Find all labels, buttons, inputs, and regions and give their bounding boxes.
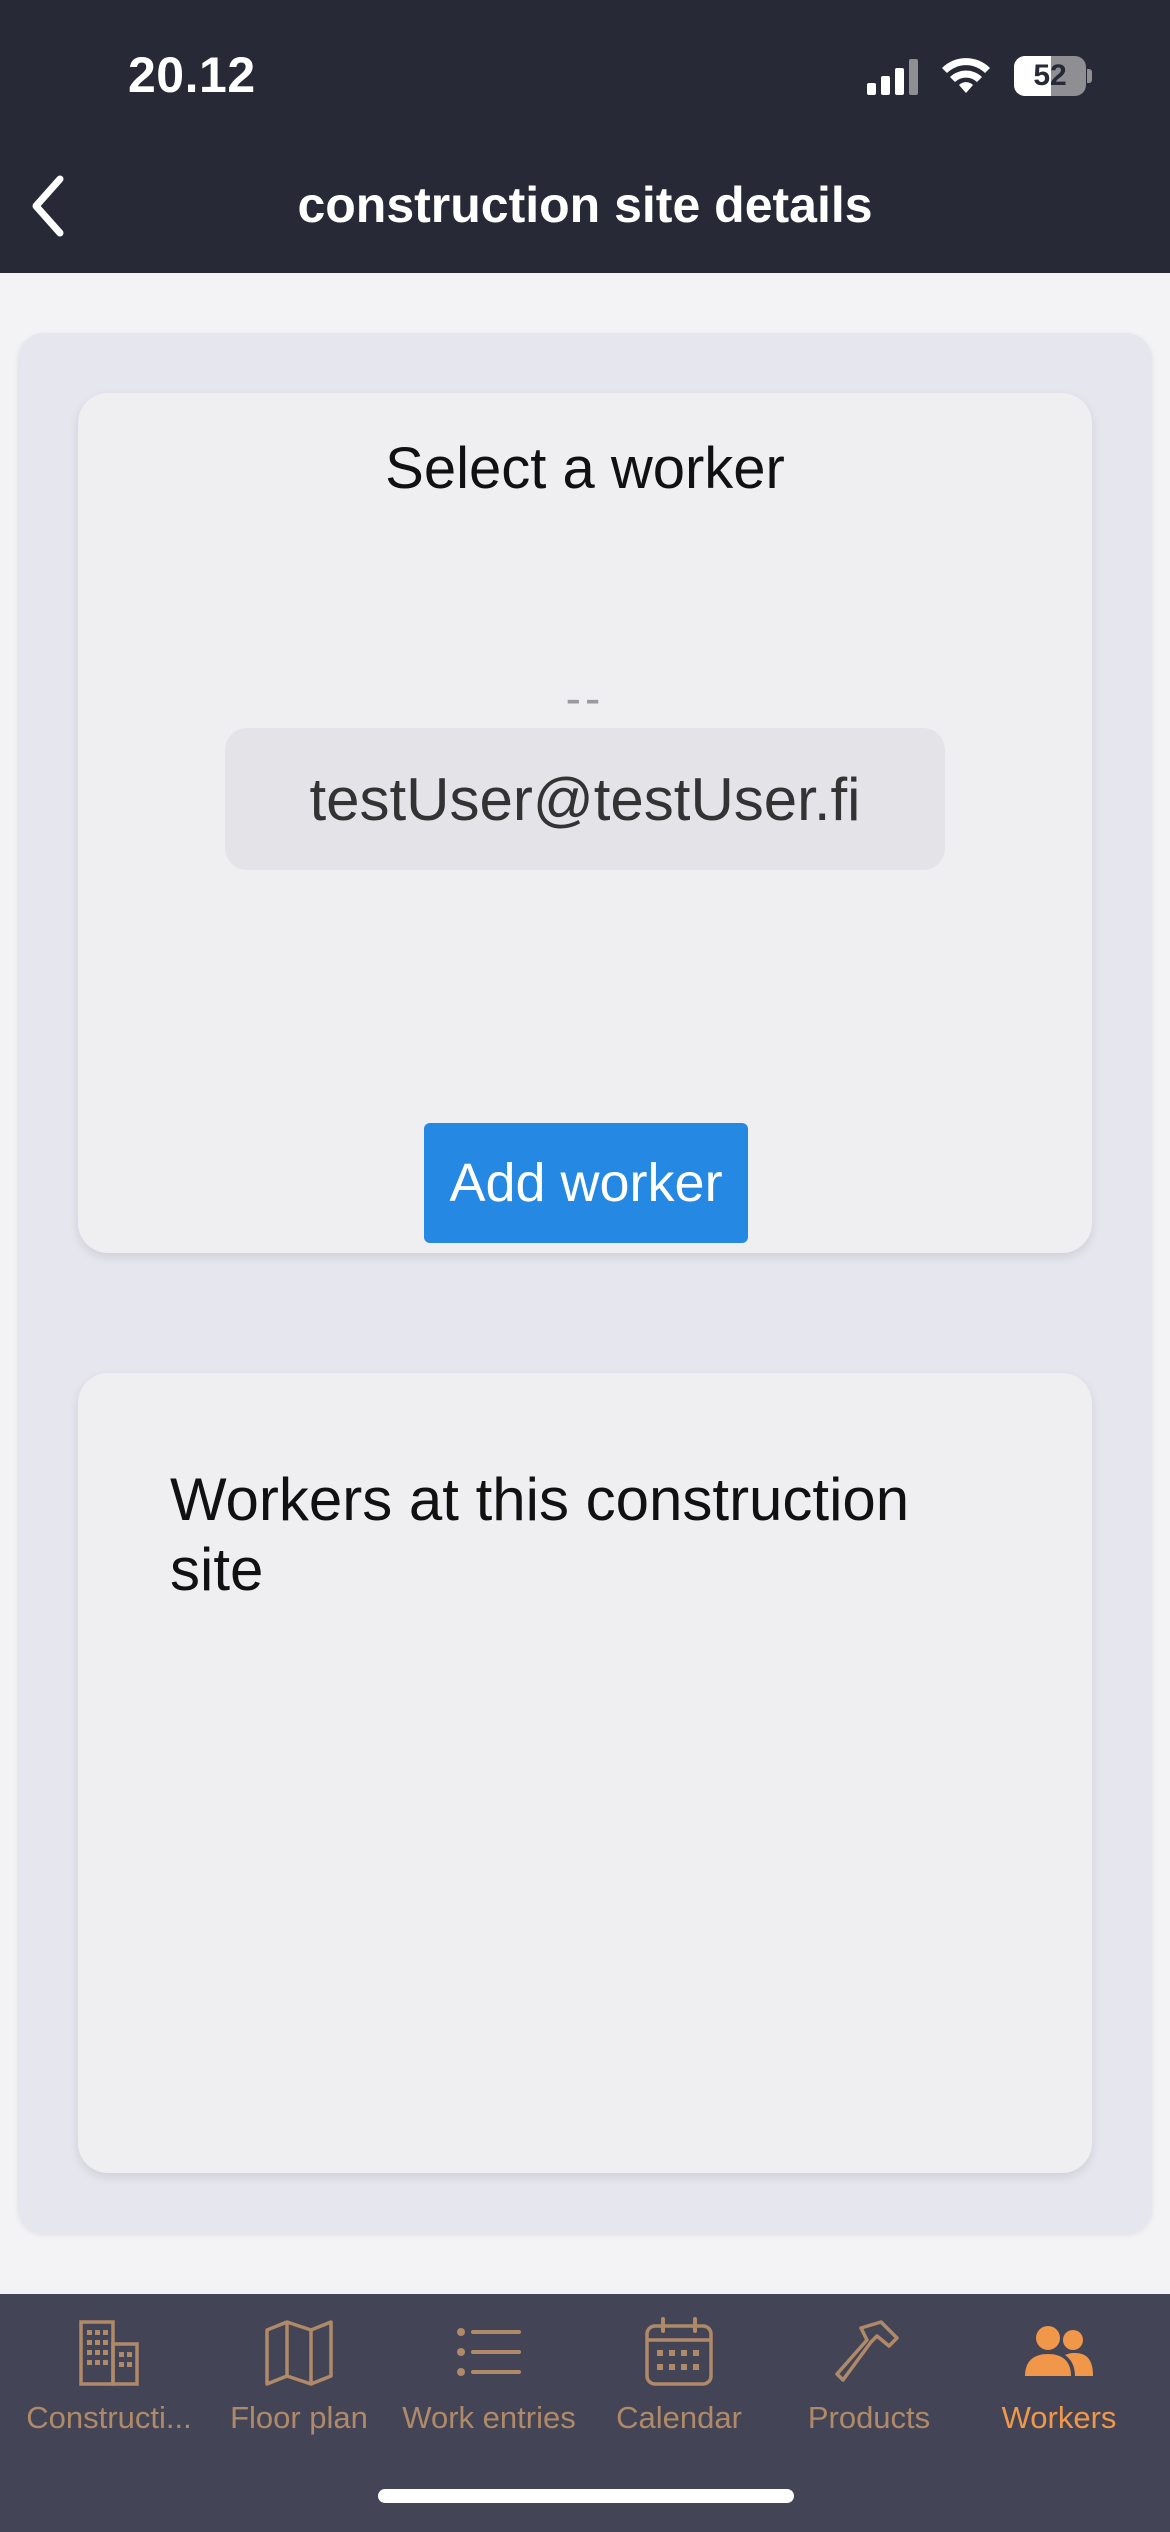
workers-list-card: Workers at this construction site (78, 1373, 1092, 2173)
tab-construction-sites[interactable]: Constructi... (14, 2294, 204, 2444)
content-panel: Select a worker -- testUser@testUser.fi … (18, 333, 1152, 2233)
tab-label: Calendar (616, 2400, 742, 2435)
battery-level: 52 (1033, 59, 1067, 92)
tab-floor-plan[interactable]: Floor plan (204, 2294, 394, 2444)
tab-products[interactable]: Products (774, 2294, 964, 2444)
select-worker-title: Select a worker (385, 436, 785, 501)
workers-list-title: Workers at this construction site (170, 1466, 910, 1603)
worker-picker-selected-option[interactable]: testUser@testUser.fi (225, 728, 945, 870)
add-worker-button[interactable]: Add worker (424, 1123, 748, 1243)
tab-calendar[interactable]: Calendar (584, 2294, 774, 2444)
map-icon (265, 2320, 333, 2386)
building-icon (79, 2320, 139, 2386)
wifi-icon (942, 58, 990, 93)
tab-label: Work entries (402, 2400, 576, 2435)
tab-label: Constructi... (26, 2400, 192, 2435)
battery-icon: 52 (1014, 56, 1092, 96)
tab-label: Floor plan (230, 2400, 368, 2435)
top-bar: 20.12 52 construction site details (0, 0, 1170, 273)
list-icon (457, 2328, 521, 2376)
cellular-signal-icon (867, 57, 918, 95)
screen: 20.12 52 construction site details Selec… (0, 0, 1170, 2532)
tab-label: Workers (1001, 2400, 1117, 2435)
status-icons: 52 (867, 56, 1092, 96)
status-time: 20.12 (128, 47, 256, 103)
tab-workers[interactable]: Workers (964, 2294, 1154, 2444)
select-worker-card: Select a worker -- testUser@testUser.fi … (78, 393, 1092, 1253)
home-indicator (378, 2489, 794, 2503)
tab-label: Products (807, 2400, 931, 2435)
worker-picker-placeholder[interactable]: -- (78, 671, 1092, 725)
users-icon (1025, 2326, 1093, 2376)
hammer-icon (835, 2320, 899, 2382)
page-title: construction site details (297, 177, 873, 233)
calendar-icon (645, 2317, 713, 2386)
tab-work-entries[interactable]: Work entries (394, 2294, 584, 2444)
